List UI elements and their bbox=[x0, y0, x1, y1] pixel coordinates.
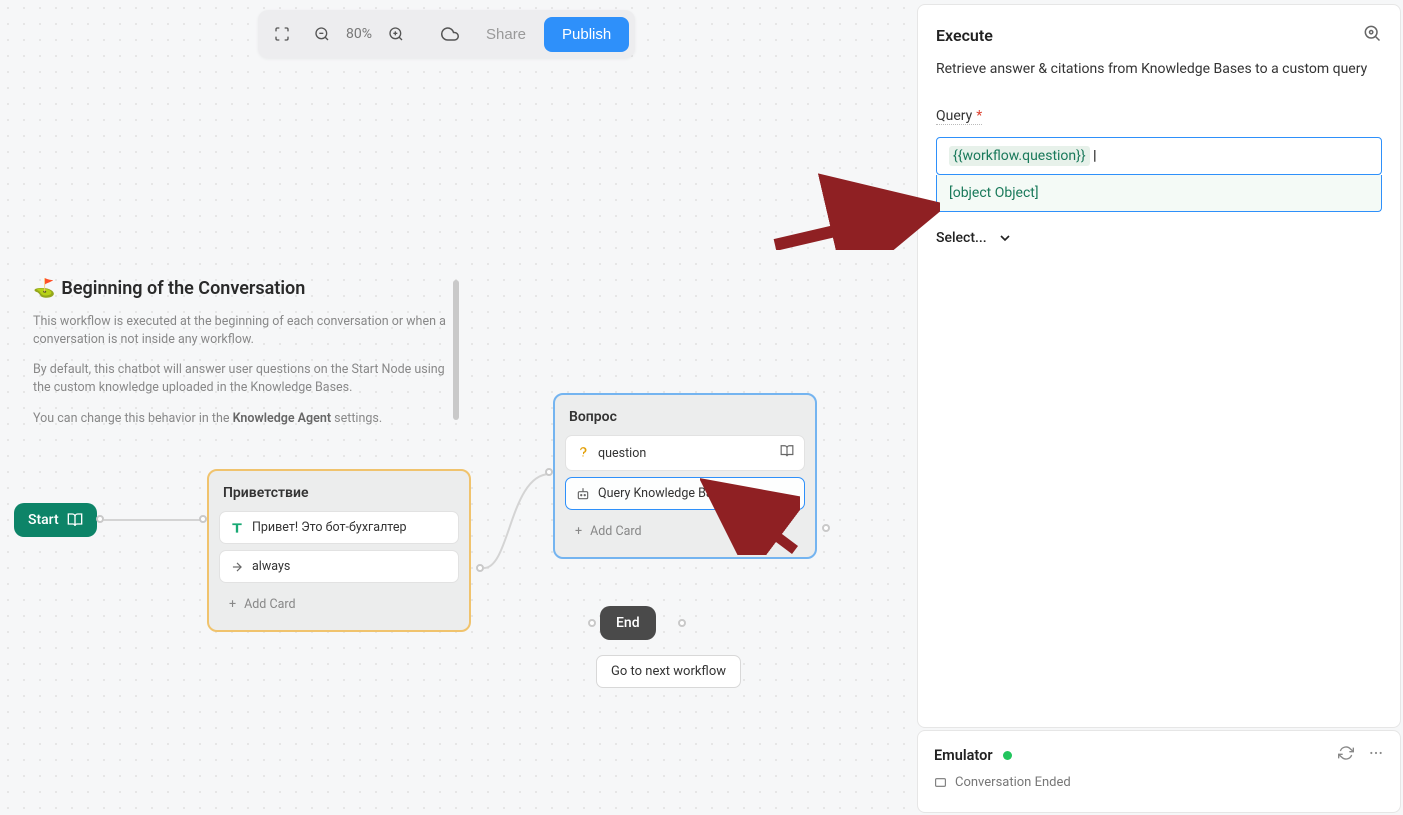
query-label: Query* bbox=[936, 108, 982, 125]
workflow-title: Beginning of the Conversation bbox=[61, 278, 305, 299]
cloud-icon[interactable] bbox=[432, 16, 468, 52]
port[interactable] bbox=[822, 524, 830, 532]
port[interactable] bbox=[588, 619, 596, 627]
annotation-arrow bbox=[770, 170, 940, 250]
annotation-arrow bbox=[700, 475, 800, 555]
plus-icon: + bbox=[229, 597, 236, 612]
end-label: End bbox=[616, 615, 640, 631]
plus-icon: + bbox=[575, 524, 582, 539]
panel-title: Execute bbox=[936, 26, 993, 45]
port[interactable] bbox=[545, 468, 553, 476]
book-icon bbox=[67, 512, 83, 528]
share-button[interactable]: Share bbox=[472, 18, 540, 51]
card-message[interactable]: Привет! Это бот-бухгалтер bbox=[219, 511, 459, 544]
question-icon bbox=[576, 446, 590, 460]
chevron-down-icon bbox=[997, 230, 1013, 246]
port[interactable] bbox=[96, 515, 104, 523]
port[interactable] bbox=[476, 564, 484, 572]
chat-icon bbox=[934, 776, 947, 789]
emulator-panel: Emulator Conversation Ended bbox=[917, 730, 1401, 813]
info-paragraph-1: This workflow is executed at the beginni… bbox=[33, 313, 453, 349]
status-dot bbox=[1003, 751, 1012, 760]
port[interactable] bbox=[199, 515, 207, 523]
add-card-button[interactable]: + Add Card bbox=[219, 589, 459, 620]
properties-panel: Execute Retrieve answer & citations from… bbox=[917, 4, 1401, 728]
query-variable-chip: {{workflow.question}} bbox=[949, 146, 1090, 166]
next-workflow-button[interactable]: Go to next workflow bbox=[596, 655, 741, 688]
start-label: Start bbox=[28, 512, 59, 528]
emulator-title: Emulator bbox=[934, 747, 993, 764]
info-paragraph-2: By default, this chatbot will answer use… bbox=[33, 361, 453, 397]
info-paragraph-3: You can change this behavior in the Know… bbox=[33, 410, 453, 428]
start-node[interactable]: Start bbox=[14, 503, 97, 537]
fullscreen-icon[interactable] bbox=[264, 16, 300, 52]
zoom-in-icon[interactable] bbox=[378, 16, 414, 52]
end-node[interactable]: End bbox=[600, 606, 656, 640]
publish-button[interactable]: Publish bbox=[544, 17, 629, 52]
text-icon bbox=[230, 521, 244, 535]
node-title: Приветствие bbox=[219, 481, 459, 511]
conversation-status: Conversation Ended bbox=[934, 775, 1384, 790]
flag-emoji: ⛳ bbox=[33, 278, 55, 299]
autocomplete-item[interactable]: [object Object] bbox=[936, 175, 1382, 212]
workflow-canvas[interactable]: 80% Share Publish ⛳ Beginning of the Conv… bbox=[0, 0, 915, 815]
card-question[interactable]: question bbox=[565, 435, 805, 471]
info-scrollbar[interactable] bbox=[453, 280, 459, 420]
greeting-node[interactable]: Приветствие Привет! Это бот-бухгалтер al… bbox=[207, 469, 471, 632]
card-transition[interactable]: always bbox=[219, 550, 459, 583]
panel-description: Retrieve answer & citations from Knowled… bbox=[936, 59, 1382, 80]
query-input[interactable]: {{workflow.question}} | bbox=[936, 137, 1382, 175]
port[interactable] bbox=[678, 619, 686, 627]
robot-icon bbox=[576, 487, 590, 501]
canvas-toolbar: 80% Share Publish bbox=[258, 10, 635, 58]
book-icon bbox=[780, 444, 794, 462]
zoom-out-icon[interactable] bbox=[304, 16, 340, 52]
workflow-description: ⛳ Beginning of the Conversation This work… bbox=[33, 278, 453, 440]
refresh-icon[interactable] bbox=[1338, 745, 1354, 765]
robot-icon bbox=[1362, 23, 1382, 47]
select-dropdown[interactable]: Select... bbox=[936, 230, 1382, 246]
zoom-level: 80% bbox=[344, 26, 374, 42]
more-icon[interactable] bbox=[1368, 745, 1384, 765]
arrow-right-icon bbox=[230, 560, 244, 574]
node-title: Вопрос bbox=[565, 405, 805, 435]
